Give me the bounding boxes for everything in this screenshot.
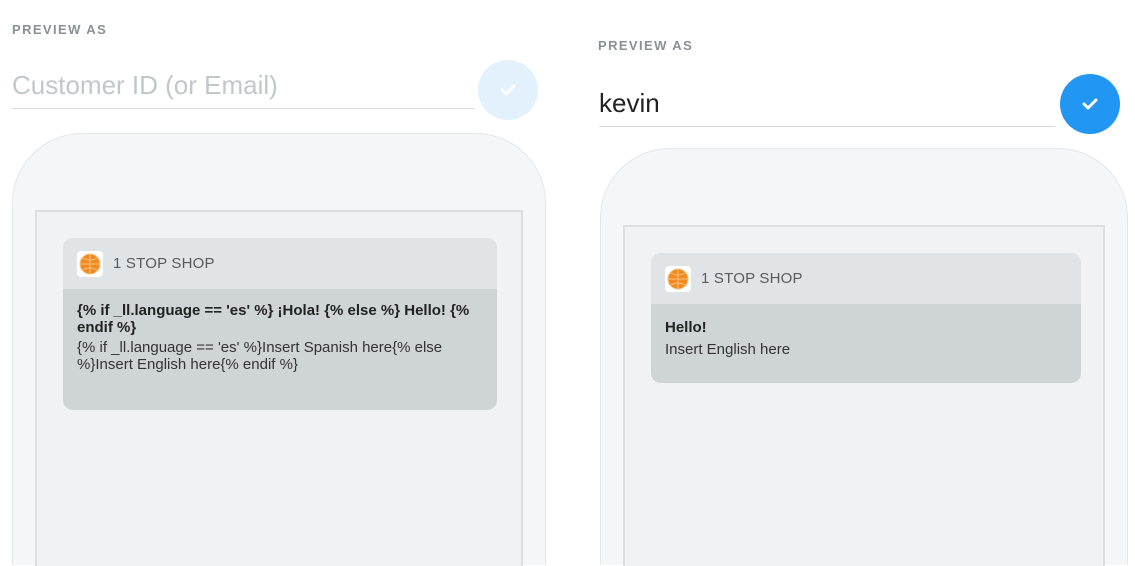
app-logo-icon bbox=[77, 250, 103, 277]
preview-panel-left: PREVIEW AS 1 STOP SHOP {% if _ll.la bbox=[0, 0, 560, 566]
phone-mockup: 1 STOP SHOP {% if _ll.language == 'es' %… bbox=[12, 133, 546, 566]
preview-as-label: PREVIEW AS bbox=[12, 22, 108, 37]
customer-id-input[interactable] bbox=[599, 86, 1055, 127]
preview-as-label: PREVIEW AS bbox=[598, 38, 694, 53]
push-notification: 1 STOP SHOP {% if _ll.language == 'es' %… bbox=[63, 238, 497, 410]
customer-id-input[interactable] bbox=[12, 68, 474, 109]
app-name: 1 STOP SHOP bbox=[701, 270, 803, 287]
push-notification: 1 STOP SHOP Hello! Insert English here bbox=[651, 253, 1081, 383]
notification-text: {% if _ll.language == 'es' %}Insert Span… bbox=[77, 339, 443, 373]
notification-text: Insert English here bbox=[665, 341, 791, 358]
confirm-button[interactable] bbox=[478, 60, 538, 120]
notification-title: Hello! bbox=[665, 319, 707, 336]
preview-panel-right: PREVIEW AS 1 STOP SHOP Hello! bbox=[580, 0, 1135, 566]
phone-screen: 1 STOP SHOP {% if _ll.language == 'es' %… bbox=[35, 210, 523, 566]
notification-header: 1 STOP SHOP bbox=[63, 238, 497, 289]
notification-header: 1 STOP SHOP bbox=[651, 253, 1081, 304]
checkmark-icon bbox=[1082, 98, 1098, 110]
notification-body: Hello! Insert English here bbox=[651, 304, 1081, 360]
app-logo-icon bbox=[665, 265, 691, 292]
notification-body: {% if _ll.language == 'es' %} ¡Hola! {% … bbox=[63, 289, 497, 373]
app-name: 1 STOP SHOP bbox=[113, 255, 215, 272]
phone-screen: 1 STOP SHOP Hello! Insert English here bbox=[623, 225, 1105, 566]
checkmark-icon bbox=[500, 84, 516, 96]
confirm-button[interactable] bbox=[1060, 74, 1120, 134]
notification-title: {% if _ll.language == 'es' %} ¡Hola! {% … bbox=[77, 302, 470, 336]
phone-mockup: 1 STOP SHOP Hello! Insert English here bbox=[600, 148, 1128, 566]
